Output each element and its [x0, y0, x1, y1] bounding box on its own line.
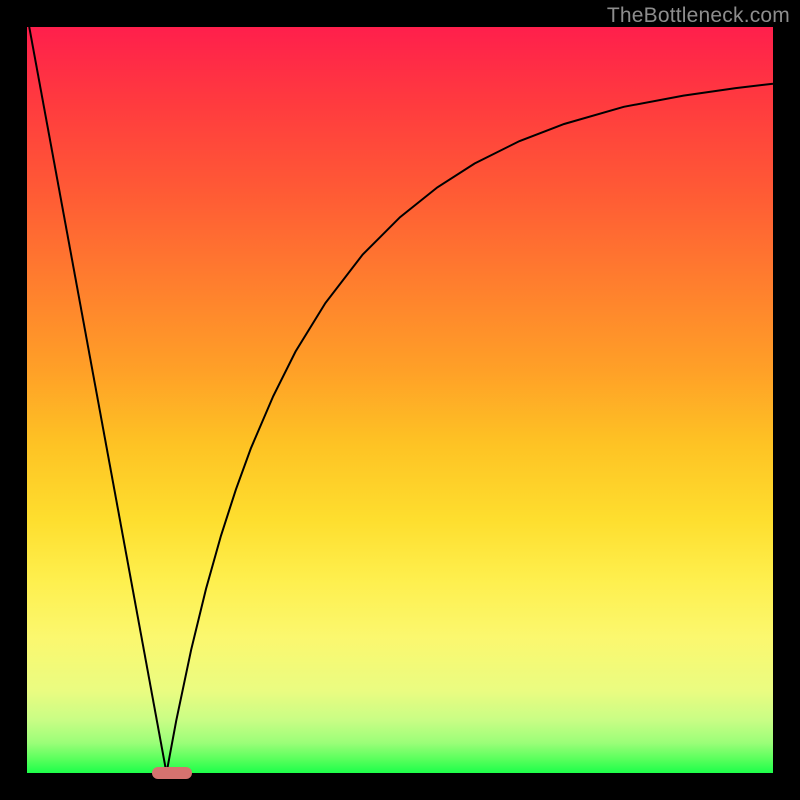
- series-right-curve: [167, 84, 773, 773]
- chart-frame: TheBottleneck.com: [0, 0, 800, 800]
- bottleneck-marker: [152, 767, 192, 779]
- curve-layer: [27, 27, 773, 773]
- series-left-line: [29, 27, 166, 773]
- watermark-text: TheBottleneck.com: [607, 4, 790, 28]
- plot-area: [27, 27, 773, 773]
